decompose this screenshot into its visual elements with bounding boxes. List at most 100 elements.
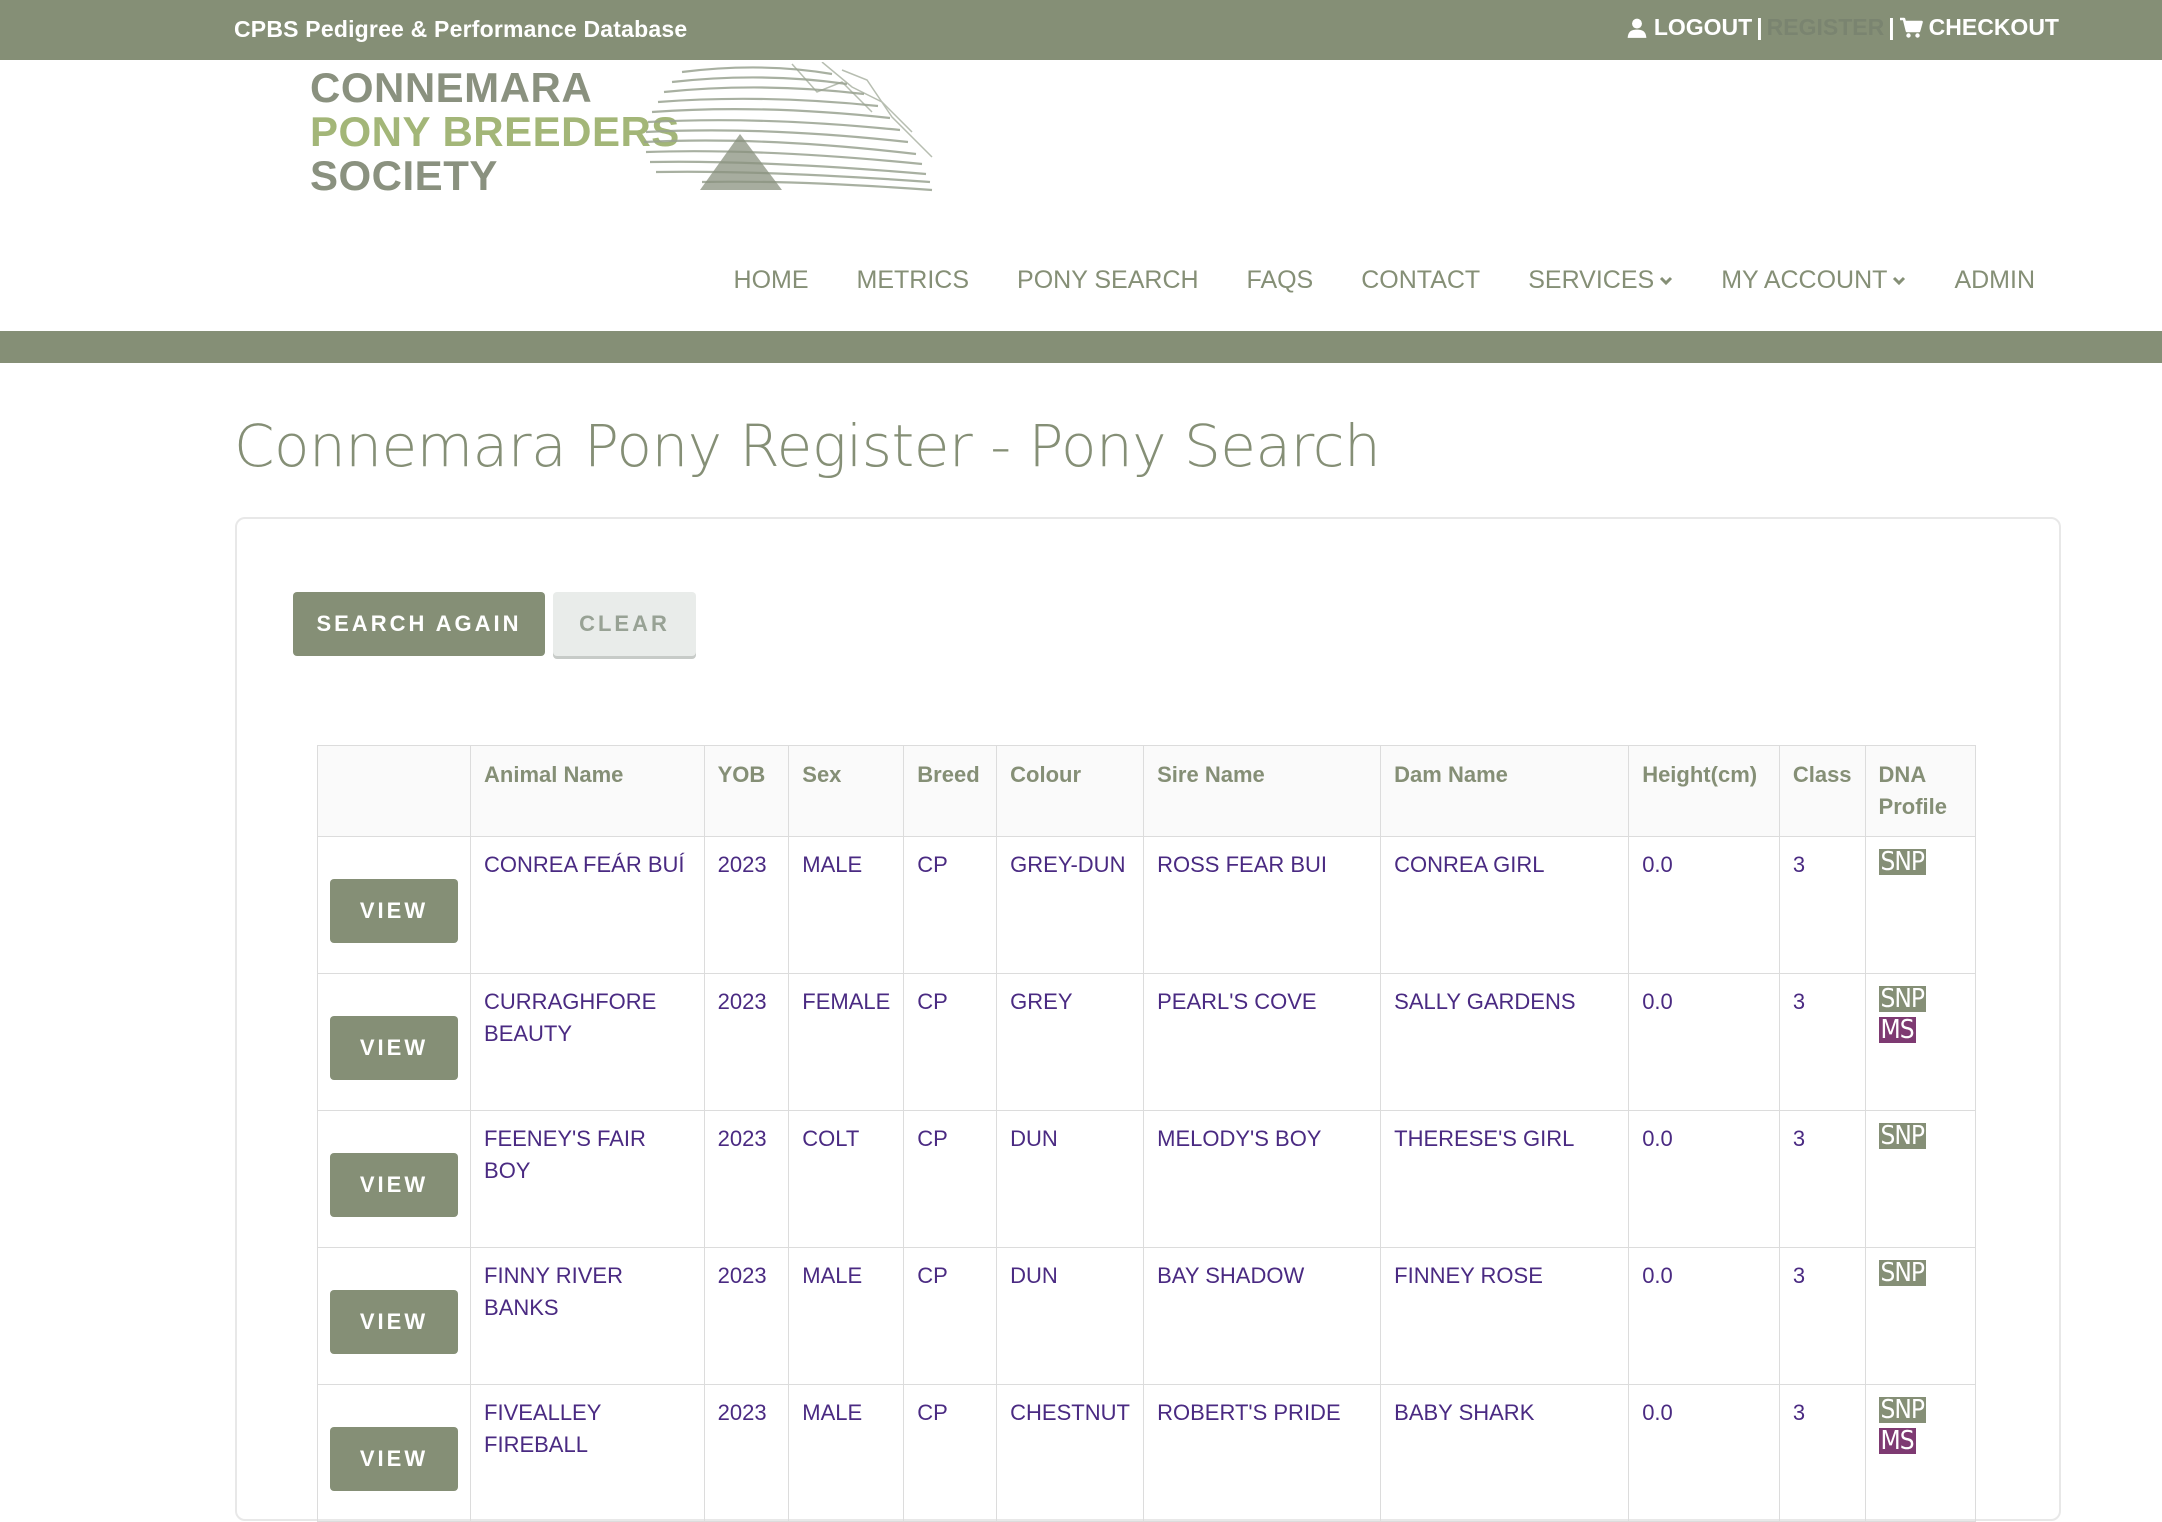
dam-name-cell[interactable]: SALLY GARDENS	[1380, 973, 1630, 1111]
view-cell: VIEW	[316, 1384, 472, 1522]
yob-cell: 2023	[703, 836, 790, 974]
nav-faqs[interactable]: FAQS	[1247, 266, 1314, 295]
sex-cell: MALE	[788, 1247, 905, 1385]
breed-cell: CP	[903, 1110, 998, 1248]
table-row: VIEW CONREA FEÁR BUÍ 2023 MALE CP GREY-D…	[316, 836, 1977, 974]
register-link[interactable]: REGISTER	[1767, 14, 1885, 41]
yob-cell: 2023	[703, 1247, 790, 1385]
animal-name-cell[interactable]: CURRAGHFORE BEAUTY	[470, 973, 705, 1111]
dna-profile-cell: SNP	[1864, 1110, 1977, 1248]
snp-badge: SNP	[1878, 1258, 1926, 1288]
colour-cell: CHESTNUT	[996, 1384, 1145, 1522]
class-cell: 3	[1778, 1247, 1866, 1385]
sex-cell: FEMALE	[788, 973, 905, 1111]
dam-name-cell[interactable]: THERESE'S GIRL	[1380, 1110, 1630, 1248]
top-bar: CPBS Pedigree & Performance Database LOG…	[0, 0, 2162, 60]
sire-name-cell[interactable]: MELODY'S BOY	[1143, 1110, 1382, 1248]
user-icon	[1627, 18, 1647, 38]
table-header-row: Animal Name YOB Sex Breed Colour Sire Na…	[316, 745, 1977, 837]
dam-name-cell[interactable]: CONREA GIRL	[1380, 836, 1630, 974]
class-cell: 3	[1778, 1110, 1866, 1248]
colour-cell: GREY-DUN	[996, 836, 1145, 974]
table-row: VIEW FINNY RIVER BANKS 2023 MALE CP DUN …	[316, 1247, 1977, 1385]
view-cell: VIEW	[316, 1247, 472, 1385]
snp-badge: SNP	[1878, 847, 1926, 877]
yob-cell: 2023	[703, 1384, 790, 1522]
separator: |	[1888, 14, 1895, 40]
dam-name-cell[interactable]: FINNEY ROSE	[1380, 1247, 1630, 1385]
site-title: CPBS Pedigree & Performance Database	[234, 16, 688, 42]
view-button[interactable]: VIEW	[330, 1427, 458, 1491]
nav-home[interactable]: HOME	[734, 266, 809, 295]
animal-name-cell[interactable]: FIVEALLEY FIREBALL	[470, 1384, 705, 1522]
breed-cell: CP	[903, 973, 998, 1111]
height-cell: 0.0	[1628, 1247, 1780, 1385]
logo-line-2: PONY BREEDERS	[310, 108, 680, 155]
nav-contact[interactable]: CONTACT	[1361, 266, 1480, 295]
results-table: Animal Name YOB Sex Breed Colour Sire Na…	[316, 745, 1977, 1522]
pony-head-logo-icon	[643, 62, 933, 192]
nav-admin[interactable]: ADMIN	[1954, 266, 2035, 295]
chevron-down-icon	[1893, 276, 1906, 285]
nav-my-account[interactable]: MY ACCOUNT	[1721, 266, 1906, 295]
view-cell: VIEW	[316, 973, 472, 1111]
snp-badge: SNP	[1878, 1395, 1926, 1425]
height-cell: 0.0	[1628, 973, 1780, 1111]
view-button[interactable]: VIEW	[330, 1290, 458, 1354]
shopping-cart-icon	[1899, 17, 1923, 38]
class-cell: 3	[1778, 1384, 1866, 1522]
page-title: Connemara Pony Register - Pony Search	[234, 412, 1381, 480]
dna-profile-cell: SNP	[1864, 1247, 1977, 1385]
animal-name-cell[interactable]: CONREA FEÁR BUÍ	[470, 836, 705, 974]
breed-cell: CP	[903, 1247, 998, 1385]
view-cell: VIEW	[316, 836, 472, 974]
ms-badge: MS	[1878, 1015, 1916, 1045]
column-header-colour[interactable]: Colour	[996, 745, 1145, 837]
colour-cell: DUN	[996, 1110, 1145, 1248]
view-button[interactable]: VIEW	[330, 1016, 458, 1080]
column-header-sire-name[interactable]: Sire Name	[1143, 745, 1382, 837]
colour-cell: GREY	[996, 973, 1145, 1111]
dna-profile-cell: SNP MS	[1864, 973, 1977, 1111]
sire-name-cell[interactable]: ROBERT'S PRIDE	[1143, 1384, 1382, 1522]
column-header-class[interactable]: Class	[1778, 745, 1866, 837]
table-row: VIEW FIVEALLEY FIREBALL 2023 MALE CP CHE…	[316, 1384, 1977, 1522]
logout-link[interactable]: LOGOUT	[1626, 14, 1752, 41]
society-logo[interactable]: CONNEMARA PONY BREEDERS SOCIETY	[306, 62, 946, 199]
ms-badge: MS	[1878, 1426, 1916, 1456]
column-header-breed[interactable]: Breed	[903, 745, 998, 837]
column-header-height[interactable]: Height(cm)	[1628, 745, 1780, 837]
dna-profile-cell: SNP	[1864, 836, 1977, 974]
column-header-dna-profile: DNA Profile	[1864, 745, 1977, 837]
view-cell: VIEW	[316, 1110, 472, 1248]
animal-name-cell[interactable]: FEENEY'S FAIR BOY	[470, 1110, 705, 1248]
nav-metrics[interactable]: METRICS	[857, 266, 970, 295]
clear-button[interactable]: CLEAR	[553, 592, 696, 656]
nav-services[interactable]: SERVICES	[1528, 266, 1673, 295]
sex-cell: COLT	[788, 1110, 905, 1248]
sire-name-cell[interactable]: ROSS FEAR BUI	[1143, 836, 1382, 974]
column-header-animal-name[interactable]: Animal Name	[470, 745, 705, 837]
table-row: VIEW CURRAGHFORE BEAUTY 2023 FEMALE CP G…	[316, 973, 1977, 1111]
view-button[interactable]: VIEW	[330, 879, 458, 943]
view-button[interactable]: VIEW	[330, 1153, 458, 1217]
column-header-action	[316, 745, 472, 837]
table-row: VIEW FEENEY'S FAIR BOY 2023 COLT CP DUN …	[316, 1110, 1977, 1248]
snp-badge: SNP	[1878, 984, 1926, 1014]
column-header-dam-name[interactable]: Dam Name	[1380, 745, 1630, 837]
sire-name-cell[interactable]: BAY SHADOW	[1143, 1247, 1382, 1385]
nav-pony-search[interactable]: PONY SEARCH	[1017, 266, 1199, 295]
column-header-sex[interactable]: Sex	[788, 745, 905, 837]
nav-my-account-label: MY ACCOUNT	[1721, 266, 1888, 294]
dam-name-cell[interactable]: BABY SHARK	[1380, 1384, 1630, 1522]
separator: |	[1756, 14, 1763, 40]
breed-cell: CP	[903, 1384, 998, 1522]
sire-name-cell[interactable]: PEARL'S COVE	[1143, 973, 1382, 1111]
breed-cell: CP	[903, 836, 998, 974]
animal-name-cell[interactable]: FINNY RIVER BANKS	[470, 1247, 705, 1385]
checkout-link[interactable]: CHECKOUT	[1899, 14, 2059, 41]
class-cell: 3	[1778, 973, 1866, 1111]
search-again-button[interactable]: SEARCH AGAIN	[293, 592, 545, 656]
height-cell: 0.0	[1628, 1384, 1780, 1522]
column-header-yob[interactable]: YOB	[703, 745, 790, 837]
